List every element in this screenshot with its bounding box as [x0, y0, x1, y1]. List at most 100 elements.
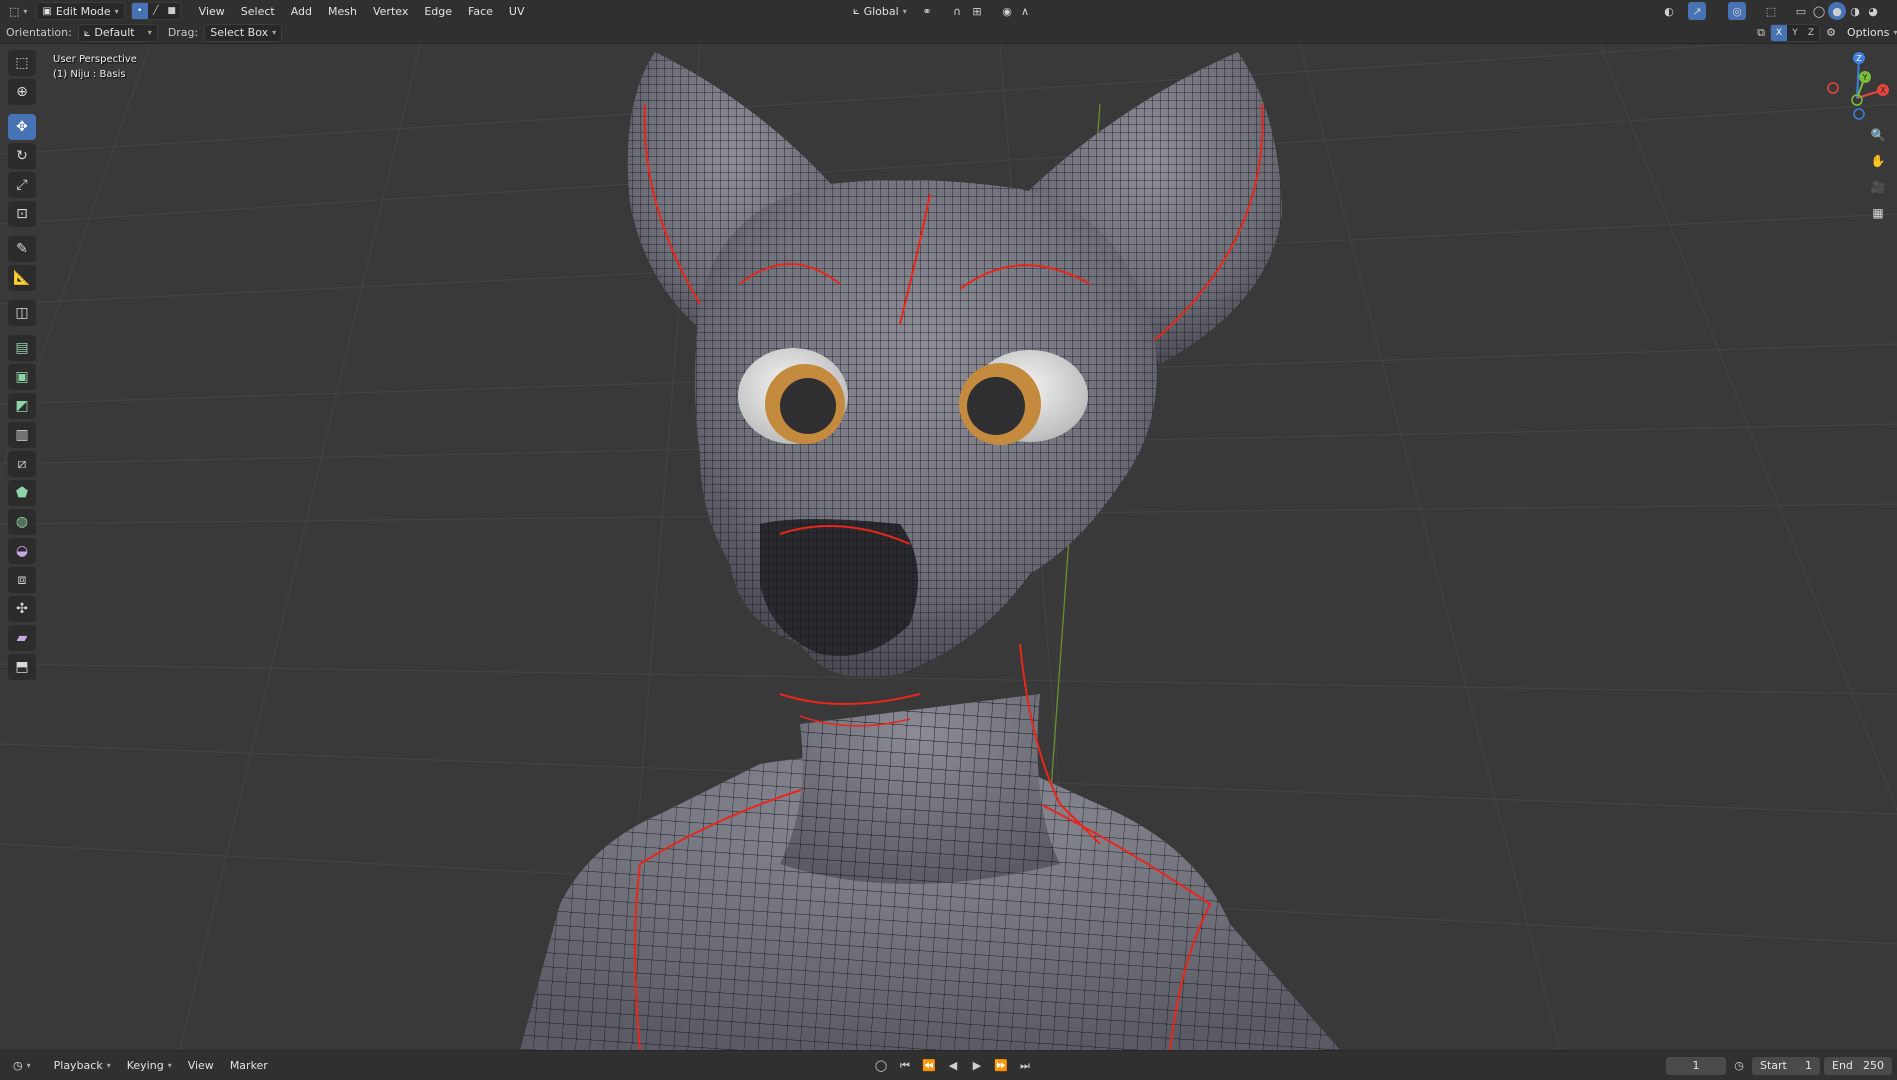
extrude-icon[interactable]: ▤: [8, 335, 36, 361]
loop-cut-icon[interactable]: ▥: [8, 422, 36, 448]
zoom-icon[interactable]: 🔍: [1867, 124, 1889, 146]
editor-type-button[interactable]: ⬚ ▾: [4, 2, 32, 20]
prev-keyframe-icon[interactable]: ⏪: [920, 1057, 938, 1075]
mirror-y-toggle[interactable]: Y: [1787, 24, 1803, 41]
falloff-icon[interactable]: ∧: [1016, 2, 1034, 20]
rip-region-icon[interactable]: ⬒: [8, 654, 36, 680]
menu-mesh[interactable]: Mesh: [320, 2, 365, 20]
mirror-icon[interactable]: ⧉: [1752, 24, 1770, 42]
play-reverse-icon[interactable]: ◀: [944, 1057, 962, 1075]
mesh-options-icon[interactable]: ⚙: [1822, 24, 1840, 42]
xray-icon[interactable]: ▭: [1792, 2, 1810, 20]
shear-icon[interactable]: ▰: [8, 625, 36, 651]
pivot-icon[interactable]: ⚭: [918, 2, 936, 20]
current-frame-field[interactable]: 1: [1666, 1056, 1726, 1075]
overlays-icon[interactable]: ◎: [1728, 2, 1746, 20]
current-frame-value: 1: [1692, 1059, 1700, 1072]
jump-end-icon[interactable]: ⏭: [1016, 1057, 1034, 1075]
proportional-edit-icon[interactable]: ◉: [998, 2, 1016, 20]
transform-orientation-label: Global: [863, 4, 899, 18]
object-info-label: (1) Niju : Basis: [53, 69, 126, 80]
mirror-axis-group: X Y Z: [1770, 23, 1820, 42]
menu-select[interactable]: Select: [233, 2, 283, 20]
shrink-fatten-icon[interactable]: ✣: [8, 596, 36, 622]
transform-orientation-dropdown[interactable]: ⟀ Global ▾: [848, 2, 912, 20]
select-box-icon[interactable]: ⬚: [8, 50, 36, 76]
gizmo-x-label: X: [1880, 86, 1886, 95]
transform-icon[interactable]: ⊡: [8, 201, 36, 227]
menu-marker[interactable]: Marker: [222, 1057, 276, 1075]
start-value: 1: [1805, 1059, 1812, 1072]
mirror-x-toggle[interactable]: X: [1771, 24, 1787, 41]
wireframe-shading-icon[interactable]: ◯: [1810, 2, 1828, 20]
tool-settings-bar: Orientation: ⟀ Default ▾ Drag: Select Bo…: [0, 22, 1897, 44]
measure-icon[interactable]: 📐: [8, 265, 36, 291]
left-eye: [738, 348, 848, 444]
edge-select-icon[interactable]: ╱: [147, 3, 164, 19]
menu-edge[interactable]: Edge: [416, 2, 460, 20]
menu-view[interactable]: View: [191, 2, 233, 20]
start-label: Start: [1760, 1059, 1787, 1072]
snap-target-icon[interactable]: ⊞: [968, 2, 986, 20]
play-icon[interactable]: ▶: [968, 1057, 986, 1075]
menu-vertex[interactable]: Vertex: [365, 2, 416, 20]
orientation-dropdown[interactable]: ⟀ Default ▾: [77, 23, 158, 42]
start-frame-field[interactable]: Start 1: [1752, 1056, 1820, 1075]
3d-viewport[interactable]: User Perspective (1) Niju : Basis ⬚ ⊕ ✥ …: [0, 44, 1897, 1050]
keying-label: Keying: [126, 1059, 164, 1072]
preview-range-icon[interactable]: ◷: [1730, 1057, 1748, 1075]
playback-controls: ◯ ⏮ ⏪ ◀ ▶ ⏩ ⏭: [872, 1057, 1034, 1075]
drag-dropdown[interactable]: Select Box ▾: [204, 23, 283, 42]
edit-mode-icon: ▣: [42, 5, 52, 17]
poly-build-icon[interactable]: ⬟: [8, 480, 36, 506]
record-icon[interactable]: ◯: [872, 1057, 890, 1075]
timeline-editor-type-button[interactable]: ◷ ▾: [8, 1057, 36, 1075]
menu-add[interactable]: Add: [283, 2, 320, 20]
end-frame-field[interactable]: End 250: [1824, 1056, 1892, 1075]
menu-face[interactable]: Face: [460, 2, 501, 20]
knife-icon[interactable]: ⧄: [8, 451, 36, 477]
gizmo-z-label: Z: [1856, 54, 1862, 63]
orientation-icon: ⟀: [853, 4, 860, 17]
snap-icon[interactable]: ∩: [948, 2, 966, 20]
mirror-z-toggle[interactable]: Z: [1803, 24, 1819, 41]
drag-value: Select Box: [210, 26, 269, 39]
ortho-grid-icon[interactable]: ▦: [1867, 202, 1889, 224]
next-keyframe-icon[interactable]: ⏩: [992, 1057, 1010, 1075]
solid-shading-icon[interactable]: ●: [1828, 2, 1846, 20]
vertex-select-icon[interactable]: •: [131, 3, 148, 19]
menu-playback[interactable]: Playback ▾: [46, 1057, 119, 1075]
rendered-shading-icon[interactable]: ◕: [1864, 2, 1882, 20]
material-shading-icon[interactable]: ◑: [1846, 2, 1864, 20]
muzzle: [760, 519, 921, 727]
camera-view-icon[interactable]: 🎥: [1867, 176, 1889, 198]
viewport-info: User Perspective (1) Niju : Basis: [53, 52, 137, 82]
menu-timeline-view[interactable]: View: [180, 1057, 222, 1075]
menu-keying[interactable]: Keying ▾: [119, 1057, 180, 1075]
left-toolbar: ⬚ ⊕ ✥ ↻ ⤢ ⊡ ✎ 📐 ◫ ▤ ▣ ◩ ▥ ⧄ ⬟ ◍ ◒ ⧈ ✣ ▰ …: [8, 50, 38, 683]
cursor-icon[interactable]: ⊕: [8, 79, 36, 105]
smooth-icon[interactable]: ◒: [8, 538, 36, 564]
options-dropdown[interactable]: Options ▾: [1842, 24, 1897, 42]
mesh-edit-overlay-icon[interactable]: ⬚: [1762, 2, 1780, 20]
jump-start-icon[interactable]: ⏮: [896, 1057, 914, 1075]
pan-hand-icon[interactable]: ✋: [1867, 150, 1889, 172]
menu-uv[interactable]: UV: [501, 2, 533, 20]
move-icon[interactable]: ✥: [8, 114, 36, 140]
gizmo-neg-z: [1853, 108, 1865, 120]
gizmo-toggle-icon[interactable]: ↗: [1688, 2, 1706, 20]
inset-icon[interactable]: ▣: [8, 364, 36, 390]
spin-icon[interactable]: ◍: [8, 509, 36, 535]
add-cube-icon[interactable]: ◫: [8, 300, 36, 326]
options-label: Options: [1847, 26, 1890, 39]
rotate-icon[interactable]: ↻: [8, 143, 36, 169]
navigation-gizmo[interactable]: X Y Z: [1817, 48, 1897, 128]
bevel-icon[interactable]: ◩: [8, 393, 36, 419]
mode-dropdown[interactable]: ▣ Edit Mode ▾: [36, 2, 125, 20]
annotate-icon[interactable]: ✎: [8, 236, 36, 262]
face-select-icon[interactable]: ■: [163, 3, 180, 19]
clock-icon: ◷: [13, 1059, 23, 1072]
visibility-icon[interactable]: ◐: [1660, 2, 1678, 20]
scale-icon[interactable]: ⤢: [8, 172, 36, 198]
edge-slide-icon[interactable]: ⧈: [8, 567, 36, 593]
